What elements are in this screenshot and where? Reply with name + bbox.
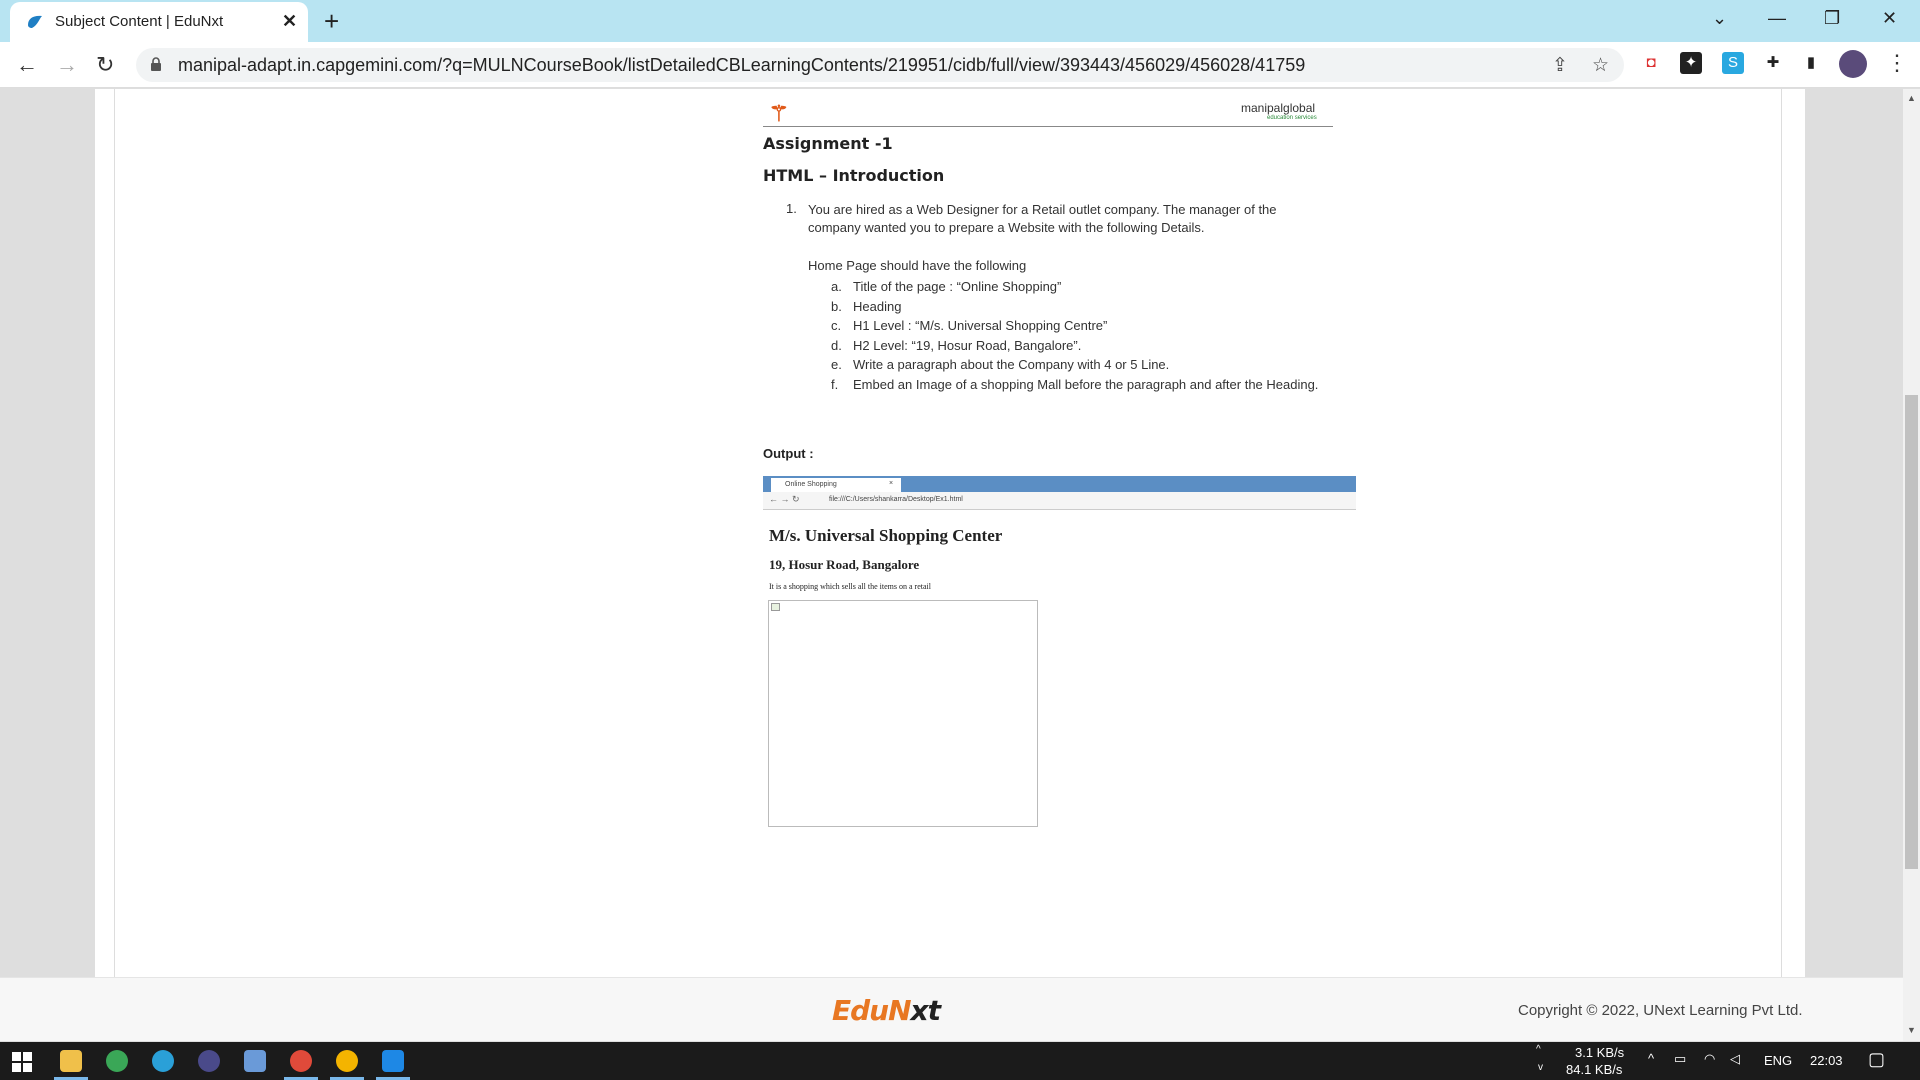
- output-label: Output :: [763, 446, 814, 461]
- tab-close-icon[interactable]: ✕: [282, 11, 297, 32]
- shot-tab-bar: Online Shopping ×: [763, 476, 1356, 492]
- shot-tab: Online Shopping ×: [771, 478, 901, 492]
- chrome-icon[interactable]: [290, 1050, 312, 1072]
- vscode-icon[interactable]: [382, 1050, 404, 1072]
- list-item: f. Embed an Image of a shopping Mall befo…: [831, 376, 1319, 392]
- broken-image-icon: [771, 603, 780, 611]
- language-indicator[interactable]: ENG: [1764, 1053, 1792, 1068]
- forward-button[interactable]: →: [56, 52, 78, 78]
- chrome-menu-icon[interactable]: ⋮: [1886, 50, 1908, 76]
- telegram-icon[interactable]: [152, 1050, 174, 1072]
- logo-subtitle: education services: [1267, 115, 1317, 121]
- cube-app-icon[interactable]: [244, 1050, 266, 1072]
- extension-s-icon[interactable]: S: [1722, 52, 1744, 74]
- shot-url: file:///C:/Users/shankarra/Desktop/Ex1.h…: [829, 496, 963, 503]
- green-app-icon[interactable]: [106, 1050, 128, 1072]
- shot-heading-2: 19, Hosur Road, Bangalore: [769, 557, 920, 572]
- share-icon[interactable]: ⇪: [1552, 54, 1568, 77]
- tray-expand-icon[interactable]: ^: [1648, 1051, 1654, 1066]
- scroll-thumb[interactable]: [1905, 395, 1918, 869]
- scroll-down-icon[interactable]: ▼: [1907, 1025, 1916, 1035]
- shot-heading-1: M/s. Universal Shopping Center: [769, 526, 1003, 545]
- address-bar[interactable]: manipal-adapt.in.capgemini.com/?q=MULNCo…: [136, 48, 1624, 82]
- edunxt-logo: EduNxt: [832, 994, 941, 1027]
- minimize-button[interactable]: —: [1768, 8, 1786, 29]
- manipalglobal-logo: manipalglobal: [1241, 101, 1316, 115]
- scroll-up-icon[interactable]: ▲: [1907, 93, 1916, 103]
- close-window-button[interactable]: ✕: [1882, 8, 1897, 29]
- notification-center-icon[interactable]: ▢: [1868, 1049, 1885, 1070]
- list-item: e. Write a paragraph about the Company wi…: [831, 357, 1170, 372]
- lock-icon: [151, 57, 161, 71]
- new-tab-button[interactable]: +: [324, 6, 339, 37]
- net-down-arrow-icon: v: [1538, 1062, 1543, 1073]
- tab-title: Subject Content | EduNxt: [55, 13, 224, 30]
- page-footer: EduNxt Copyright © 2022, UNext Learning …: [0, 977, 1903, 1041]
- manipal-emblem-icon: ⚚: [769, 101, 789, 126]
- windows-taskbar: ^ v 3.1 KB/s 84.1 KB/s ^ ▭ ◠ ◁ ENG 22:03…: [0, 1042, 1920, 1080]
- wifi-icon[interactable]: ◠: [1704, 1051, 1715, 1067]
- extensions-puzzle-icon[interactable]: ✚: [1762, 52, 1784, 74]
- edunxt-favicon-icon: [28, 15, 42, 28]
- list-item: c. H1 Level : “M/s. Universal Shopping Ce…: [831, 318, 1108, 333]
- shot-address-bar: ← → ↻ file:///C:/Users/shankarra/Desktop…: [763, 492, 1356, 510]
- requirements-list: a. Title of the page : “Online Shopping” …: [831, 277, 1321, 394]
- browser-window: Subject Content | EduNxt ✕ + ⌄ — ❐ ✕ ← →…: [0, 0, 1920, 1042]
- extension-dark-icon[interactable]: ✦: [1680, 52, 1702, 74]
- question-text: You are hired as a Web Designer for a Re…: [808, 202, 1277, 235]
- profile-avatar[interactable]: [1839, 50, 1867, 78]
- file-explorer-icon[interactable]: [60, 1050, 82, 1072]
- shot-paragraph: It is a shopping which sells all the ite…: [769, 582, 931, 591]
- battery-icon[interactable]: ▭: [1674, 1051, 1686, 1067]
- restore-button[interactable]: ❐: [1824, 8, 1840, 29]
- question-number: 1.: [786, 201, 797, 216]
- tab-subject-content[interactable]: Subject Content | EduNxt ✕: [10, 2, 308, 42]
- section-title: HTML – Introduction: [763, 166, 945, 185]
- back-button[interactable]: ←: [16, 52, 38, 78]
- clock[interactable]: 22:03: [1810, 1053, 1843, 1068]
- reload-button[interactable]: ↻: [96, 52, 114, 78]
- tab-strip: Subject Content | EduNxt ✕ + ⌄ — ❐ ✕: [0, 0, 1920, 42]
- chrome-alt-icon[interactable]: [336, 1050, 358, 1072]
- windows-start-icon[interactable]: [12, 1052, 32, 1072]
- browser-toolbar: ← → ↻ manipal-adapt.in.capgemini.com/?q=…: [0, 42, 1920, 88]
- side-panel-icon[interactable]: ▮: [1800, 52, 1822, 74]
- shot-broken-image: [768, 600, 1038, 827]
- assignment-title: Assignment -1: [763, 134, 893, 153]
- extension-red-icon[interactable]: ◘: [1640, 52, 1662, 74]
- app-icon[interactable]: [198, 1050, 220, 1072]
- list-item: b. Heading: [831, 298, 902, 314]
- net-download-rate: 84.1 KB/s: [1566, 1062, 1623, 1077]
- page-scrollbar[interactable]: ▲ ▼: [1903, 89, 1920, 1041]
- list-item: a. Title of the page : “Online Shopping”: [831, 279, 1062, 294]
- net-up-arrow-icon: ^: [1536, 1044, 1541, 1055]
- bookmark-star-icon[interactable]: ☆: [1592, 54, 1609, 77]
- content-card: ⚚ manipalglobal education services Assig…: [95, 89, 1805, 977]
- document-header: ⚚ manipalglobal education services: [763, 99, 1333, 127]
- list-item: d. H2 Level: “19, Hosur Road, Bangalore”.: [831, 337, 1082, 353]
- page-viewport: ⚚ manipalglobal education services Assig…: [0, 89, 1903, 1041]
- volume-icon[interactable]: ◁: [1730, 1051, 1740, 1067]
- shot-nav-icons: ← → ↻: [769, 494, 800, 504]
- tab-search-icon[interactable]: ⌄: [1712, 8, 1727, 29]
- url-text: manipal-adapt.in.capgemini.com/?q=MULNCo…: [178, 55, 1306, 75]
- home-page-intro: Home Page should have the following: [808, 258, 1027, 273]
- output-screenshot: Online Shopping × ← → ↻ file:///C:/Users…: [763, 476, 1356, 856]
- net-upload-rate: 3.1 KB/s: [1575, 1045, 1625, 1060]
- copyright-text: Copyright © 2022, UNext Learning Pvt Ltd…: [1518, 1002, 1803, 1019]
